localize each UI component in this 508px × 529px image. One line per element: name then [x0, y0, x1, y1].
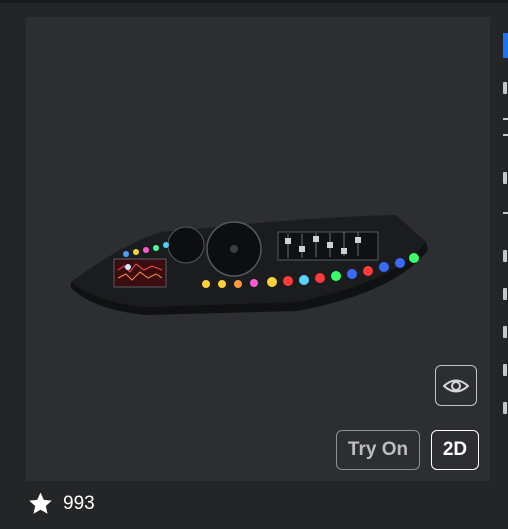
divider [503, 134, 508, 136]
text-fragment [503, 288, 507, 300]
star-icon [29, 492, 52, 514]
view-3d-button[interactable] [435, 365, 477, 406]
divider [503, 118, 508, 120]
eye-icon [443, 379, 469, 392]
text-fragment [503, 250, 507, 262]
view-2d-button[interactable]: 2D [431, 430, 479, 470]
text-fragment [503, 364, 507, 376]
try-on-button[interactable]: Try On [336, 430, 420, 470]
right-details-panel [502, 0, 508, 529]
text-fragment [503, 82, 507, 94]
accent-bar [503, 33, 508, 58]
item-preview[interactable]: Try On 2D [26, 17, 490, 481]
text-fragment [503, 326, 507, 338]
favorite-rating[interactable]: 993 [27, 490, 95, 518]
dj-controller-model [71, 215, 428, 315]
text-fragment [503, 402, 507, 414]
top-bar [0, 0, 508, 3]
divider [503, 212, 508, 214]
text-fragment [503, 172, 507, 184]
favorite-count: 993 [63, 493, 95, 514]
